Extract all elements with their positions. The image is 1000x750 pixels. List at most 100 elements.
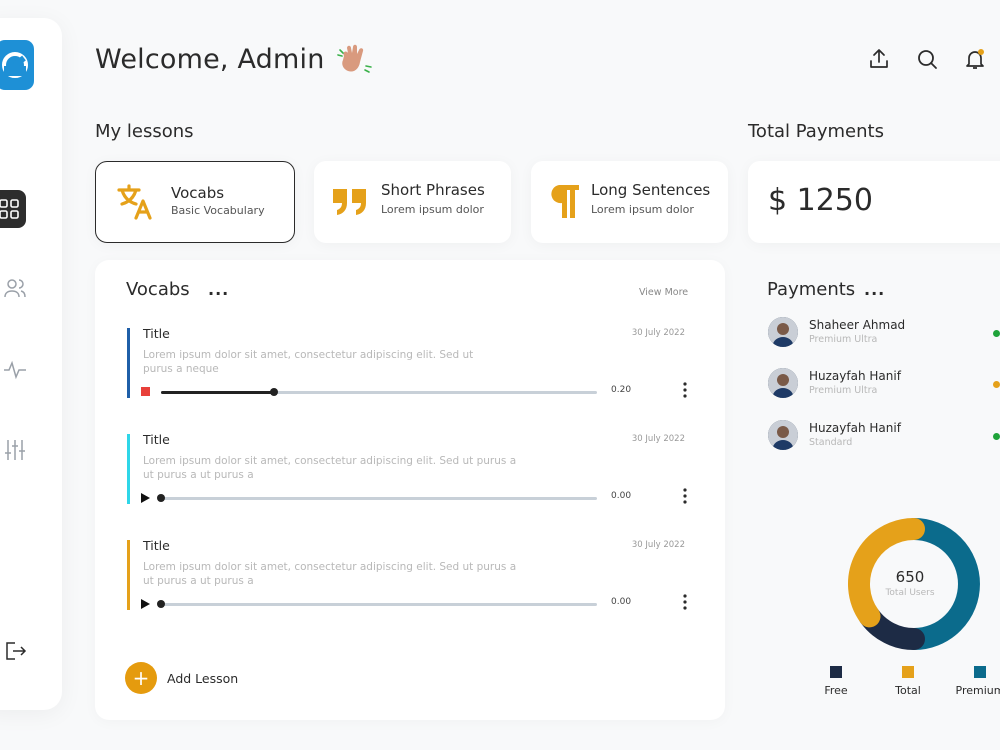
status-dot	[993, 433, 1000, 440]
audio-track[interactable]	[157, 494, 597, 502]
audio-time: 0.20	[611, 385, 632, 395]
nav-users[interactable]	[0, 268, 38, 308]
legend-label: Free	[824, 684, 848, 697]
audio-player: 0.20	[141, 382, 689, 400]
vocabs-panel: Vocabs ... View More Title 30 July 2022 …	[95, 260, 725, 720]
total-payments-heading: Total Payments	[748, 121, 884, 142]
vocab-item-title: Title	[143, 538, 170, 553]
more-vertical-icon[interactable]	[683, 594, 687, 610]
vocab-item-accent	[127, 328, 130, 398]
vocab-item-date: 30 July 2022	[631, 328, 685, 338]
status-dot	[993, 381, 1000, 388]
plus-icon: +	[132, 666, 150, 690]
search-icon[interactable]	[915, 47, 939, 71]
total-users-count: 650	[895, 568, 925, 586]
payments-more-icon[interactable]: ...	[864, 280, 885, 299]
lesson-card-title: Vocabs	[171, 184, 225, 202]
nav-logout[interactable]	[0, 631, 38, 671]
translate-icon	[117, 184, 152, 220]
legend-swatch	[902, 666, 914, 678]
lesson-card-subtitle: Lorem ipsum dolor	[381, 203, 484, 216]
audio-player: 0.00	[141, 488, 689, 506]
total-users-label: Total Users	[885, 588, 935, 598]
payments-heading: Payments	[767, 279, 856, 300]
payment-row[interactable]: Huzayfah Hanif Premium Ultra	[768, 368, 1000, 404]
pilcrow-icon	[551, 185, 579, 218]
payment-row[interactable]: Shaheer Ahmad Premium Ultra	[768, 317, 1000, 353]
vocabs-more-icon[interactable]: ...	[208, 280, 229, 299]
vocab-item-text: Lorem ipsum dolor sit amet, consectetur …	[143, 455, 517, 481]
add-lesson-label[interactable]: Add Lesson	[167, 671, 238, 686]
more-vertical-icon[interactable]	[683, 382, 687, 398]
audio-track[interactable]	[161, 388, 597, 396]
lesson-card-title: Short Phrases	[381, 181, 485, 199]
users-icon	[4, 279, 26, 298]
stop-icon[interactable]	[141, 387, 151, 397]
audio-time: 0.00	[611, 491, 632, 501]
avatar	[768, 368, 798, 398]
logo-icon	[2, 52, 28, 78]
my-lessons-heading: My lessons	[95, 121, 194, 142]
payment-tier: Premium Ultra	[809, 385, 878, 396]
legend-swatch	[974, 666, 986, 678]
sliders-icon	[5, 440, 25, 460]
total-payments-amount: $ 1250	[768, 183, 873, 218]
view-more-link[interactable]: View More	[639, 287, 688, 298]
audio-track[interactable]	[157, 600, 597, 608]
vocab-item-text: Lorem ipsum dolor sit amet, consectetur …	[143, 349, 474, 375]
payment-row[interactable]: Huzayfah Hanif Standard	[768, 420, 1000, 456]
vocab-item[interactable]: Title 30 July 2022 Lorem ipsum dolor sit…	[127, 538, 689, 626]
activity-icon	[4, 360, 26, 380]
payment-name: Huzayfah Hanif	[809, 421, 901, 435]
lesson-card-vocabs[interactable]: Vocabs Basic Vocabulary	[95, 161, 295, 243]
lesson-card-subtitle: Basic Vocabulary	[171, 204, 265, 217]
app-logo[interactable]	[0, 40, 34, 90]
vocab-item-title: Title	[143, 432, 170, 447]
legend-item-total: Total	[878, 666, 938, 697]
avatar	[768, 420, 798, 450]
audio-time: 0.00	[611, 597, 632, 607]
user-avatar-icon	[768, 317, 798, 347]
vocab-item-date: 30 July 2022	[631, 540, 685, 550]
legend-label: Total	[895, 684, 921, 697]
status-dot	[993, 330, 1000, 337]
waving-hand-icon	[337, 44, 372, 73]
vocab-item[interactable]: Title 30 July 2022 Lorem ipsum dolor sit…	[127, 326, 689, 414]
nav-dashboard[interactable]	[0, 190, 26, 228]
audio-scrubber[interactable]	[157, 600, 165, 608]
payment-tier: Standard	[809, 437, 853, 448]
vocab-item-accent	[127, 434, 130, 504]
nav-activity[interactable]	[0, 350, 38, 390]
payment-name: Shaheer Ahmad	[809, 318, 906, 332]
payment-name: Huzayfah Hanif	[809, 369, 901, 383]
lesson-card-long-sentences[interactable]: Long Sentences Lorem ipsum dolor	[531, 161, 728, 243]
avatar	[768, 317, 798, 347]
lesson-card-subtitle: Lorem ipsum dolor	[591, 203, 694, 216]
vocab-item-title: Title	[143, 326, 170, 341]
legend-item-premium: Premium	[950, 666, 1000, 697]
upload-icon[interactable]	[867, 47, 891, 71]
sidebar	[0, 18, 62, 710]
add-lesson-button[interactable]: +	[125, 662, 157, 694]
vocab-item[interactable]: Title 30 July 2022 Lorem ipsum dolor sit…	[127, 432, 689, 520]
grid-icon	[0, 199, 19, 219]
play-icon[interactable]	[141, 599, 151, 609]
audio-scrubber[interactable]	[270, 388, 279, 396]
audio-scrubber[interactable]	[157, 494, 165, 502]
user-avatar-icon	[768, 368, 798, 398]
page-title: Welcome, Admin	[95, 44, 325, 75]
vocab-item-text: Lorem ipsum dolor sit amet, consectetur …	[143, 561, 517, 587]
vocabs-heading: Vocabs	[126, 279, 190, 300]
lesson-card-short-phrases[interactable]: Short Phrases Lorem ipsum dolor	[314, 161, 511, 243]
legend-item-free: Free	[806, 666, 866, 697]
bell-icon[interactable]	[963, 47, 987, 71]
more-vertical-icon[interactable]	[683, 488, 687, 504]
audio-player: 0.00	[141, 594, 689, 612]
audio-progress	[161, 391, 275, 394]
legend-swatch	[830, 666, 842, 678]
legend-label: Premium	[955, 684, 1000, 697]
play-icon[interactable]	[141, 493, 151, 503]
nav-settings[interactable]	[0, 430, 38, 470]
vocab-item-date: 30 July 2022	[631, 434, 685, 444]
lesson-card-title: Long Sentences	[591, 181, 711, 199]
